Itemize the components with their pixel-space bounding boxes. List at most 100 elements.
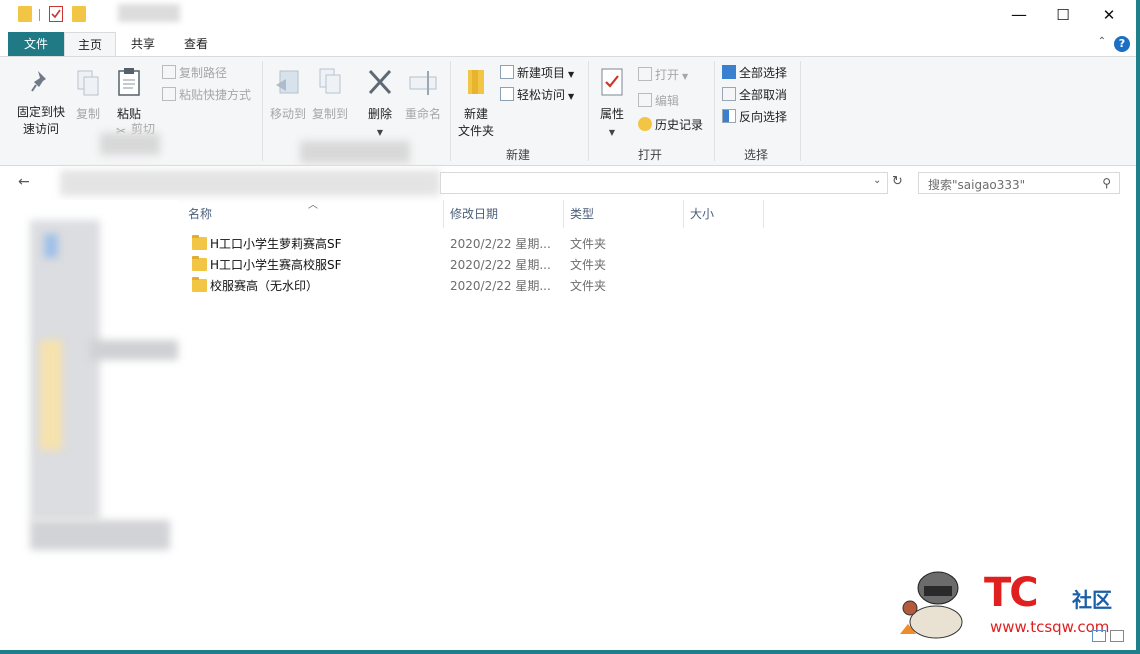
rename-icon [402,67,444,102]
pin-label-1: 固定到快 [16,105,65,119]
edit-button[interactable]: 编辑 [638,91,679,111]
new-item-icon [500,65,514,79]
copy-button[interactable]: 复制 [70,69,106,123]
column-divider[interactable] [763,200,764,228]
rename-button[interactable]: 重命名 [402,67,444,123]
rename-label: 重命名 [404,107,441,121]
column-header-date[interactable]: 修改日期 [450,204,498,228]
paste-button[interactable]: 粘贴 [110,67,148,123]
tab-home[interactable]: 主页 [64,32,116,56]
ribbon-tabs: 文件 主页 共享 查看 [0,32,1136,56]
move-to-label: 移动到 [269,107,306,121]
sort-ascending-icon: ︿ [308,200,318,211]
properties-button[interactable]: 属性 ▼ [594,67,630,141]
group-label-open: 打开 [637,148,662,162]
folder-icon [18,6,32,22]
select-none-label: 全部取消 [739,88,788,102]
file-name: H工口小学生萝莉赛高SF [210,237,342,251]
file-date: 2020/2/22 星期... [450,237,551,251]
paste-shortcut-icon [162,87,176,101]
search-icon[interactable]: ⚲ [1102,176,1111,190]
new-folder-button[interactable]: 新建 文件夹 [454,67,498,140]
file-date: 2020/2/22 星期... [450,279,551,293]
file-row[interactable]: H工口小学生萝莉赛高SF 2020/2/22 星期... 文件夹 [182,234,742,254]
column-header-type[interactable]: 类型 [570,204,594,228]
search-input[interactable]: 搜索"saigao333" [928,176,1025,193]
properties-dropdown-icon[interactable]: ▼ [609,128,615,137]
group-label-select: 选择 [743,148,768,162]
helmet-mascot-icon [890,564,982,642]
copy-path-label: 复制路径 [179,66,228,80]
group-separator [262,61,263,161]
copy-path-icon [162,65,176,79]
file-row[interactable]: 校服赛高（无水印） 2020/2/22 星期... 文件夹 [182,276,742,296]
blurred-region [44,234,58,258]
collapse-ribbon-icon[interactable]: ⌃ [1094,36,1110,52]
tab-file[interactable]: 文件 [8,32,64,56]
folder-icon [192,256,207,271]
tab-view[interactable]: 查看 [172,32,220,56]
pin-icon [12,69,70,100]
copy-to-label: 复制到 [311,107,348,121]
tab-share[interactable]: 共享 [118,32,168,56]
easy-access-button[interactable]: 轻松访问 ▼ [500,85,574,105]
select-all-button[interactable]: 全部选择 [722,63,787,83]
new-folder-label-1: 新建 [463,107,488,121]
details-view-icon[interactable] [1092,630,1106,642]
history-button[interactable]: 历史记录 [638,115,703,135]
search-box[interactable]: 搜索"saigao333" ⚲ [918,172,1120,194]
navigation-pane [0,200,178,650]
minimize-button[interactable]: — [996,0,1042,30]
file-type: 文件夹 [570,258,607,272]
easy-access-dropdown-icon: ▼ [568,92,575,101]
watermark-community: 社区 [1072,588,1112,612]
open-icon [638,67,652,81]
move-to-button[interactable]: 移动到 [268,69,308,123]
file-type: 文件夹 [570,237,607,251]
column-header-name[interactable]: 名称 [188,204,212,228]
group-label-new: 新建 [505,148,530,162]
easy-access-icon [500,87,514,101]
back-arrow-icon[interactable]: ← [18,174,30,190]
select-none-button[interactable]: 全部取消 [722,85,787,105]
select-all-label: 全部选择 [739,66,788,80]
explorer-window: — ☐ ✕ 文件 主页 共享 查看 ⌃ ? 固定到快 速访问 复制 粘贴 复制路… [0,0,1136,650]
address-dropdown-icon[interactable]: ⌄ [873,175,881,186]
new-folder-qat-icon[interactable] [72,6,86,22]
delete-x-icon [360,67,400,102]
copy-path-button[interactable]: 复制路径 [162,63,227,83]
invert-selection-button[interactable]: 反向选择 [722,107,787,127]
column-divider[interactable] [563,200,564,228]
edit-label: 编辑 [655,94,680,108]
file-row[interactable]: H工口小学生赛高校服SF 2020/2/22 星期... 文件夹 [182,255,742,275]
copy-to-button[interactable]: 复制到 [310,67,350,123]
blurred-region [100,133,160,155]
large-icons-view-icon[interactable] [1110,630,1124,642]
blurred-region [300,141,410,163]
delete-dropdown-icon[interactable]: ▼ [377,128,383,137]
qat-separator [39,9,40,21]
paste-shortcut-button[interactable]: 粘贴快捷方式 [162,85,251,105]
ribbon: 固定到快 速访问 复制 粘贴 复制路径 粘贴快捷方式 ✂ 剪切 移动到 复制到 … [0,56,1136,166]
new-item-label: 新建项目 [517,66,566,80]
close-button[interactable]: ✕ [1086,0,1132,30]
file-type: 文件夹 [570,279,607,293]
address-row: ← ⌄ ↻ 搜索"saigao333" ⚲ [0,166,1136,200]
copy-to-icon [310,67,350,102]
column-divider[interactable] [683,200,684,228]
pin-label-2: 速访问 [22,122,59,136]
help-icon[interactable]: ? [1114,36,1130,52]
column-header-size[interactable]: 大小 [690,204,714,228]
column-divider[interactable] [443,200,444,228]
new-item-button[interactable]: 新建项目 ▼ [500,63,574,83]
easy-access-label: 轻松访问 [517,88,566,102]
new-folder-label-2: 文件夹 [457,124,494,138]
edit-icon [638,93,652,107]
delete-button[interactable]: 删除 ▼ [360,67,400,141]
refresh-icon[interactable]: ↻ [892,174,903,189]
pin-to-quick-access-button[interactable]: 固定到快 速访问 [12,69,70,138]
properties-check-icon[interactable] [49,6,63,22]
open-button[interactable]: 打开 ▼ [638,65,688,85]
address-bar[interactable] [440,172,888,194]
maximize-button[interactable]: ☐ [1040,0,1086,30]
